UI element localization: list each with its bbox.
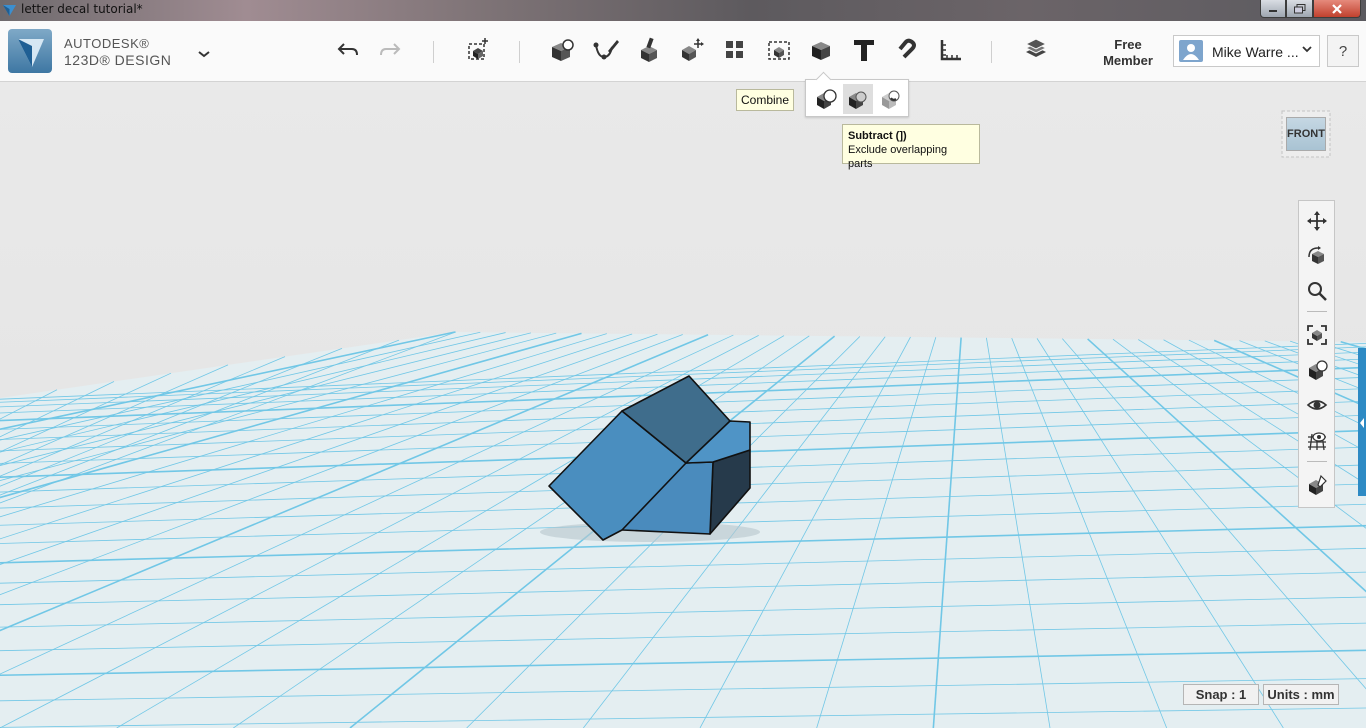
combine-tooltip: Combine <box>736 89 795 111</box>
undo-icon <box>337 43 358 56</box>
zoom-icon <box>1308 282 1327 301</box>
combine-flyout-menu <box>805 71 909 117</box>
redo-button[interactable] <box>373 33 407 67</box>
pattern-icon <box>726 41 743 58</box>
eye-icon <box>1306 400 1328 410</box>
nav-divider <box>1307 461 1327 462</box>
toolbar-divider <box>519 41 520 63</box>
app-logo[interactable] <box>8 29 52 73</box>
group-button[interactable] <box>762 33 796 67</box>
zoom-button[interactable] <box>1303 277 1331 305</box>
view-model-icon <box>1309 360 1328 380</box>
toolbar-divider <box>433 41 434 63</box>
materials-button[interactable] <box>1019 33 1053 67</box>
snap-setting[interactable]: Snap : 1 <box>1183 684 1259 705</box>
logo-icon <box>18 39 44 67</box>
help-button[interactable]: ? <box>1327 35 1359 67</box>
close-button[interactable] <box>1313 0 1361 18</box>
grid-button[interactable] <box>1303 426 1331 454</box>
primitives-button[interactable] <box>461 33 495 67</box>
app-icon <box>3 5 16 16</box>
view-cube-front-face[interactable]: FRONT <box>1286 117 1326 151</box>
view-model-button[interactable] <box>1303 356 1331 384</box>
3d-viewport[interactable] <box>0 82 1366 728</box>
materials-view-icon <box>1309 474 1327 495</box>
measure-icon <box>940 40 961 61</box>
user-name: Mike Warre ... <box>1212 44 1299 60</box>
snap-button[interactable] <box>890 33 924 67</box>
avatar <box>1179 40 1203 62</box>
side-panel-toggle[interactable] <box>1358 348 1366 496</box>
orbit-button[interactable] <box>1303 242 1331 270</box>
restore-icon <box>1293 3 1305 13</box>
chevron-down-icon <box>198 51 210 58</box>
minimize-button[interactable] <box>1260 0 1286 18</box>
pattern-button[interactable] <box>718 33 752 67</box>
pan-icon <box>1307 211 1327 231</box>
text-icon <box>854 40 874 61</box>
text-button[interactable] <box>847 33 881 67</box>
magnet-icon <box>898 38 916 59</box>
combine-button[interactable] <box>804 33 838 67</box>
intersect-icon <box>882 90 900 109</box>
toolbar-divider <box>991 41 992 63</box>
window-title: letter decal tutorial* <box>21 2 143 16</box>
sketch-button[interactable] <box>545 33 579 67</box>
layers-icon <box>1024 38 1048 57</box>
visibility-button[interactable] <box>1303 391 1331 419</box>
grid-icon <box>1308 432 1326 451</box>
subtract-tooltip-title: Subtract (]) <box>848 130 907 142</box>
fit-icon <box>1307 325 1327 345</box>
subtract-button[interactable] <box>843 84 873 114</box>
chevron-down-icon <box>1302 46 1312 53</box>
redo-icon <box>380 43 401 56</box>
pan-button[interactable] <box>1303 207 1331 235</box>
transform-button[interactable] <box>675 33 709 67</box>
merge-button[interactable] <box>811 84 841 114</box>
fit-button[interactable] <box>1303 321 1331 349</box>
subtract-tooltip-description: Exclude overlapping parts <box>848 144 948 170</box>
combine-icon <box>812 42 830 60</box>
user-avatar-icon <box>1183 44 1199 60</box>
membership-status[interactable]: Free Member <box>1098 37 1158 69</box>
sketch-icon <box>552 39 574 61</box>
main-toolbar: AUTODESK® 123D® DESIGN Free Member Mike … <box>0 21 1366 82</box>
construct-button[interactable] <box>589 33 623 67</box>
chevron-left-icon <box>1360 418 1364 428</box>
merge-icon <box>817 89 837 109</box>
close-icon <box>1332 3 1342 14</box>
product-name: 123D® DESIGN <box>64 52 172 68</box>
undo-button[interactable] <box>331 33 365 67</box>
materials-view-button[interactable] <box>1303 471 1331 499</box>
maximize-button[interactable] <box>1286 0 1313 18</box>
modify-icon <box>641 37 657 62</box>
view-cube[interactable]: FRONT <box>1281 110 1331 158</box>
navigation-bar <box>1298 200 1335 508</box>
minimize-icon <box>1269 9 1277 12</box>
group-icon <box>768 41 790 60</box>
measure-button[interactable] <box>933 33 967 67</box>
subtract-icon <box>849 91 867 109</box>
modify-button[interactable] <box>632 33 666 67</box>
primitives-icon <box>468 38 488 60</box>
title-bar: letter decal tutorial* <box>0 0 1366 21</box>
intersect-button[interactable] <box>876 84 906 114</box>
nav-divider <box>1307 311 1327 312</box>
transform-icon <box>682 38 704 61</box>
units-setting[interactable]: Units : mm <box>1263 684 1339 705</box>
app-menu-button[interactable] <box>197 46 211 64</box>
orbit-icon <box>1308 246 1324 264</box>
construct-icon <box>593 40 619 60</box>
brand-name: AUTODESK® <box>64 36 150 51</box>
user-account-dropdown[interactable]: Mike Warre ... <box>1173 35 1320 67</box>
subtract-tooltip: Subtract (]) Exclude overlapping parts <box>842 124 980 170</box>
